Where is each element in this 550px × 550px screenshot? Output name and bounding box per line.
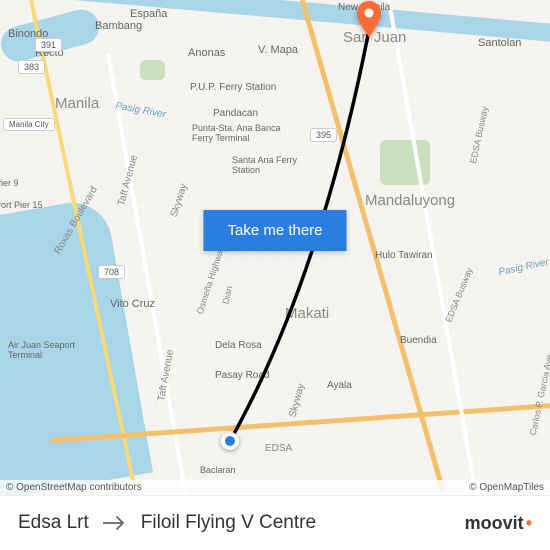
moovit-logo[interactable]: moovit•: [465, 513, 532, 534]
road-label: EDSA: [265, 443, 292, 454]
road-label: EDSA Busway: [444, 266, 475, 324]
place-label: España: [130, 8, 167, 20]
arrow-right-icon: [103, 515, 127, 531]
place-label: Pier 9: [0, 178, 19, 188]
road-label: Dian: [220, 285, 234, 305]
brand-dot-icon: •: [526, 513, 532, 534]
route-from-label: Edsa Lrt: [18, 512, 89, 534]
attribution-osm[interactable]: © OpenStreetMap contributors: [6, 482, 142, 493]
place-label: Bambang: [95, 20, 142, 32]
park-area: [140, 60, 165, 80]
place-label: Baclaran: [200, 465, 236, 475]
map-attribution: © OpenStreetMap contributors © OpenMapTi…: [0, 480, 550, 495]
road-label: Skyway: [287, 382, 307, 418]
place-label: Pandacan: [213, 108, 258, 119]
bottom-bar: Edsa Lrt Filoil Flying V Centre moovit•: [0, 495, 550, 550]
destination-marker[interactable]: [356, 1, 382, 37]
city-label-manila: Manila: [55, 95, 99, 112]
place-label: Ayala: [327, 380, 352, 391]
place-label: V. Mapa: [258, 44, 298, 56]
place-label: Pasay Road: [215, 370, 269, 381]
origin-marker[interactable]: [221, 432, 239, 450]
place-label: Port Pier 15: [0, 200, 43, 210]
attribution-openmaptiles[interactable]: © OpenMapTiles: [469, 482, 544, 493]
road-label: EDSA Busway: [468, 106, 490, 165]
place-label: Vito Cruz: [110, 298, 155, 310]
river-label: Pasig River: [497, 257, 549, 278]
route-badge: 395: [310, 128, 337, 142]
route-badge: 391: [35, 38, 62, 52]
road-label: Carlos P. Garcia Ave: [528, 354, 550, 437]
map-viewport[interactable]: Manila San Juan Mandaluyong Makati Binon…: [0, 0, 550, 495]
road-label: Osmeña Highway: [195, 245, 226, 316]
place-label: Dela Rosa: [215, 340, 262, 351]
take-me-there-button[interactable]: Take me there: [203, 210, 346, 251]
road-edsa-busway: [386, 0, 478, 495]
route-badge: 708: [98, 265, 125, 279]
road-label: Taft Avenue: [116, 154, 140, 207]
road-label: Skyway: [169, 182, 190, 218]
city-label-mandaluyong: Mandaluyong: [365, 192, 455, 209]
place-label: Air Juan Seaport Terminal: [8, 340, 78, 360]
city-label-makati: Makati: [285, 305, 329, 322]
place-label: Buendia: [400, 335, 437, 346]
route-badge: 383: [18, 60, 45, 74]
place-label: Santa Ana Ferry Station: [232, 155, 302, 175]
place-label: Santolan: [478, 37, 521, 49]
place-label: P.U.P. Ferry Station: [190, 82, 276, 93]
place-label: Hulo Tawiran: [375, 250, 433, 261]
brand-name: moovit: [465, 513, 524, 534]
route-badge: Manila City: [3, 118, 55, 131]
route-info: Edsa Lrt Filoil Flying V Centre: [18, 512, 316, 534]
river-label: Pasig River: [114, 101, 166, 121]
park-area: [380, 140, 430, 185]
place-label: Anonas: [188, 47, 225, 59]
route-to-label: Filoil Flying V Centre: [141, 512, 316, 534]
place-label: Punta-Sta. Ana Banca Ferry Terminal: [192, 123, 292, 143]
